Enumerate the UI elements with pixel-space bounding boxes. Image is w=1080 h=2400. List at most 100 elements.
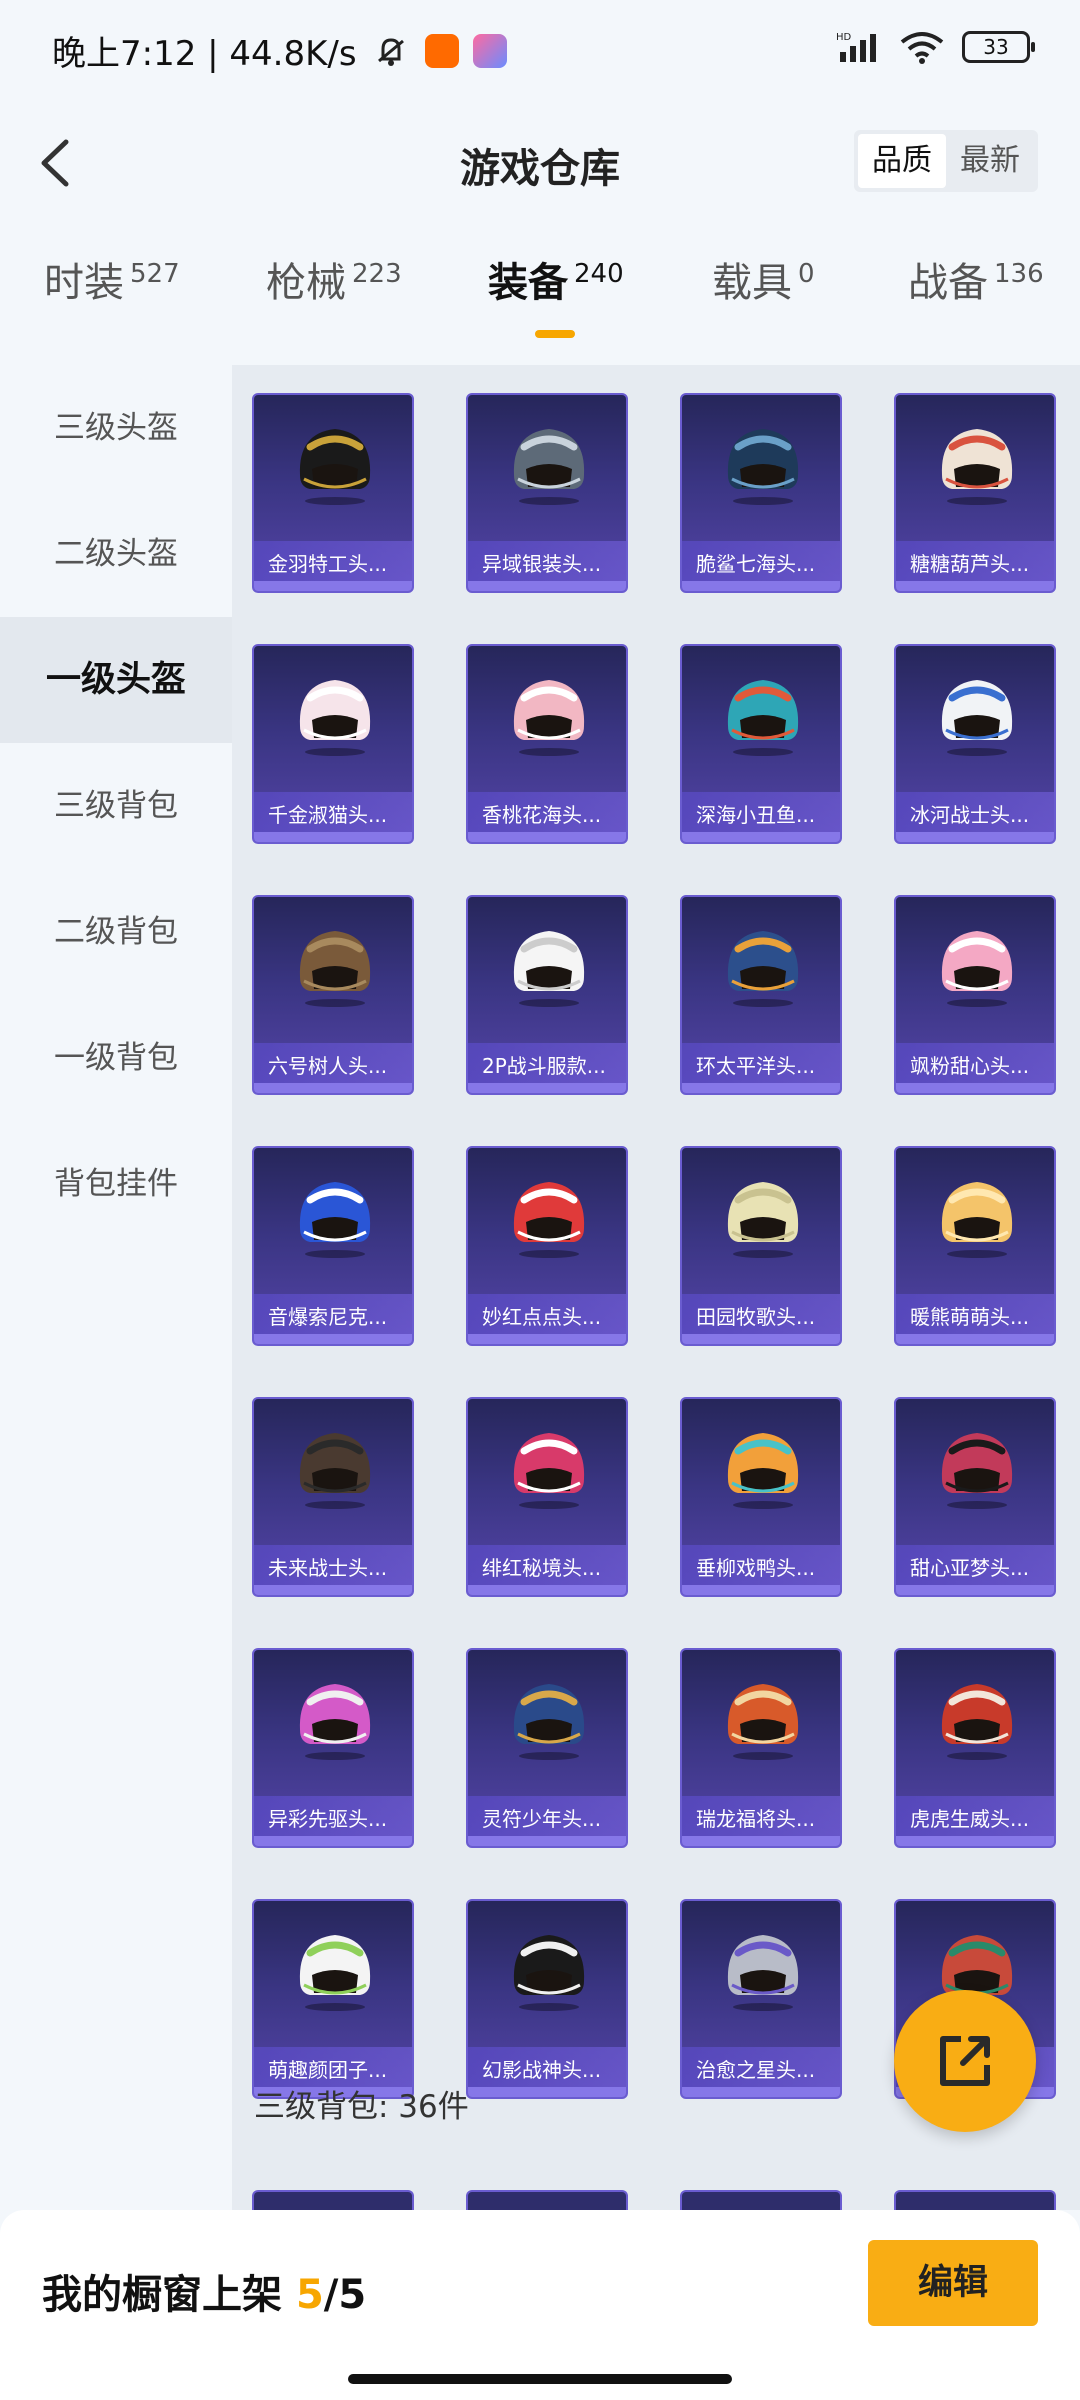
tab-guns[interactable]: 枪械 223 <box>266 250 402 308</box>
item-name: 暖熊萌萌头... <box>910 1305 1030 1329</box>
item-card[interactable]: 妙红点点头... <box>466 1146 628 1346</box>
item-card[interactable]: 环太平洋头... <box>680 895 842 1095</box>
item-card-partial[interactable] <box>252 2190 414 2210</box>
card-bottom-stripe <box>896 1083 1054 1093</box>
sidebar-item-helmet-lv2[interactable]: 二级头盔 <box>0 491 232 617</box>
item-card[interactable]: 田园牧歌头... <box>680 1146 842 1346</box>
sidebar-item-backpack-charm[interactable]: 背包挂件 <box>0 1121 232 1247</box>
item-name: 音爆索尼克... <box>268 1305 388 1329</box>
helmet-icon <box>727 1684 799 1760</box>
item-grid-panel: 金羽特工头... 异域银装头... 脆鲨七海头... 糖糖葫芦头... 千金淑猫头...… <box>232 365 1080 2210</box>
item-name: 未来战士头... <box>268 1556 388 1580</box>
item-card[interactable]: 虎虎生威头... <box>894 1648 1056 1848</box>
home-indicator[interactable] <box>348 2374 732 2384</box>
card-bottom-stripe <box>254 1083 412 1093</box>
helmet-icon <box>727 1433 799 1509</box>
shelf-status: 我的橱窗上架 5/5 <box>42 2262 366 2320</box>
sidebar-item-helmet-lv1[interactable]: 一级头盔 <box>0 617 232 743</box>
helmet-icon <box>299 1433 371 1509</box>
item-card[interactable]: 瑞龙福将头... <box>680 1648 842 1848</box>
tab-count: 527 <box>130 259 180 289</box>
item-card[interactable]: 冰河战士头... <box>894 644 1056 844</box>
card-bottom-stripe <box>896 1334 1054 1344</box>
time-network-text: 晚上7:12 | 44.8K/s <box>52 34 357 74</box>
card-bottom-stripe <box>254 581 412 591</box>
item-card[interactable]: 六号树人头... <box>252 895 414 1095</box>
item-card[interactable]: 甜心亚梦头... <box>894 1397 1056 1597</box>
item-name: 冰河战士头... <box>910 803 1030 827</box>
sidebar-item-helmet-lv3[interactable]: 三级头盔 <box>0 365 232 491</box>
item-name: 脆鲨七海头... <box>696 552 816 576</box>
helmet-icon <box>299 1684 371 1760</box>
item-name: 异彩先驱头... <box>268 1807 388 1831</box>
item-card[interactable]: 灵符少年头... <box>466 1648 628 1848</box>
helmet-icon <box>299 1935 371 2011</box>
item-card[interactable]: 脆鲨七海头... <box>680 393 842 593</box>
status-bar: 晚上7:12 | 44.8K/s HD 33 <box>0 0 1080 100</box>
sort-newest-option[interactable]: 最新 <box>946 134 1034 188</box>
item-card[interactable]: 2P战斗服款... <box>466 895 628 1095</box>
item-card[interactable]: 千金淑猫头... <box>252 644 414 844</box>
helmet-icon <box>299 680 371 756</box>
sidebar-item-backpack-lv2[interactable]: 二级背包 <box>0 869 232 995</box>
item-name: 幻影战神头... <box>482 2058 602 2082</box>
sort-toggle[interactable]: 品质 最新 <box>854 130 1038 192</box>
item-name: 垂柳戏鸭头... <box>696 1556 816 1580</box>
item-name: 六号树人头... <box>268 1054 388 1078</box>
shelf-label: 我的橱窗上架 <box>42 2272 282 2318</box>
item-card[interactable]: 糖糖葫芦头... <box>894 393 1056 593</box>
tab-label: 装备 <box>488 260 568 306</box>
item-card[interactable]: 幻影战神头... <box>466 1899 628 2099</box>
status-left: 晚上7:12 | 44.8K/s <box>52 26 507 75</box>
share-button[interactable] <box>894 1990 1036 2132</box>
item-card[interactable]: 垂柳戏鸭头... <box>680 1397 842 1597</box>
item-name: 异域银装头... <box>482 552 602 576</box>
item-card[interactable]: 飒粉甜心头... <box>894 895 1056 1095</box>
item-name: 环太平洋头... <box>696 1054 816 1078</box>
status-right: HD 33 <box>836 30 1035 64</box>
mi-app-icon <box>424 33 459 68</box>
item-card[interactable]: 异彩先驱头... <box>252 1648 414 1848</box>
tab-equipment[interactable]: 装备 240 <box>488 250 624 308</box>
tab-active-indicator <box>535 330 575 338</box>
card-bottom-stripe <box>468 1585 626 1595</box>
item-card[interactable]: 暖熊萌萌头... <box>894 1146 1056 1346</box>
helmet-icon <box>941 1433 1013 1509</box>
item-card[interactable]: 异域银装头... <box>466 393 628 593</box>
tab-vehicles[interactable]: 载具 0 <box>712 250 815 308</box>
item-card[interactable]: 未来战士头... <box>252 1397 414 1597</box>
item-card[interactable]: 萌趣颜团子... <box>252 1899 414 2099</box>
card-bottom-stripe <box>468 2087 626 2097</box>
helmet-icon <box>727 1182 799 1258</box>
item-name: 治愈之星头... <box>696 2058 816 2082</box>
tab-fashion[interactable]: 时装 527 <box>44 250 180 308</box>
tab-label: 载具 <box>712 260 792 306</box>
item-name: 深海小丑鱼... <box>696 803 816 827</box>
sidebar-item-backpack-lv3[interactable]: 三级背包 <box>0 743 232 869</box>
item-card[interactable]: 深海小丑鱼... <box>680 644 842 844</box>
tab-count: 136 <box>994 259 1044 289</box>
card-bottom-stripe <box>682 832 840 842</box>
item-card[interactable]: 香桃花海头... <box>466 644 628 844</box>
edit-button[interactable]: 编辑 <box>868 2240 1038 2326</box>
card-bottom-stripe <box>254 832 412 842</box>
helmet-icon <box>513 680 585 756</box>
item-card-partial[interactable] <box>894 2190 1056 2210</box>
card-bottom-stripe <box>896 1836 1054 1846</box>
section-label: 三级背包: 36件 <box>254 2089 469 2125</box>
card-bottom-stripe <box>682 581 840 591</box>
tab-supplies[interactable]: 战备 136 <box>908 250 1044 308</box>
item-card[interactable]: 绯红秘境头... <box>466 1397 628 1597</box>
item-card-partial[interactable] <box>466 2190 628 2210</box>
helmet-icon <box>727 429 799 505</box>
item-card[interactable]: 音爆索尼克... <box>252 1146 414 1346</box>
card-bottom-stripe <box>468 1083 626 1093</box>
sidebar-item-backpack-lv1[interactable]: 一级背包 <box>0 995 232 1121</box>
card-bottom-stripe <box>682 2087 840 2097</box>
card-bottom-stripe <box>254 1334 412 1344</box>
item-card[interactable]: 治愈之星头... <box>680 1899 842 2099</box>
tab-count: 223 <box>352 259 402 289</box>
sort-quality-option[interactable]: 品质 <box>858 134 946 188</box>
item-card-partial[interactable] <box>680 2190 842 2210</box>
item-card[interactable]: 金羽特工头... <box>252 393 414 593</box>
